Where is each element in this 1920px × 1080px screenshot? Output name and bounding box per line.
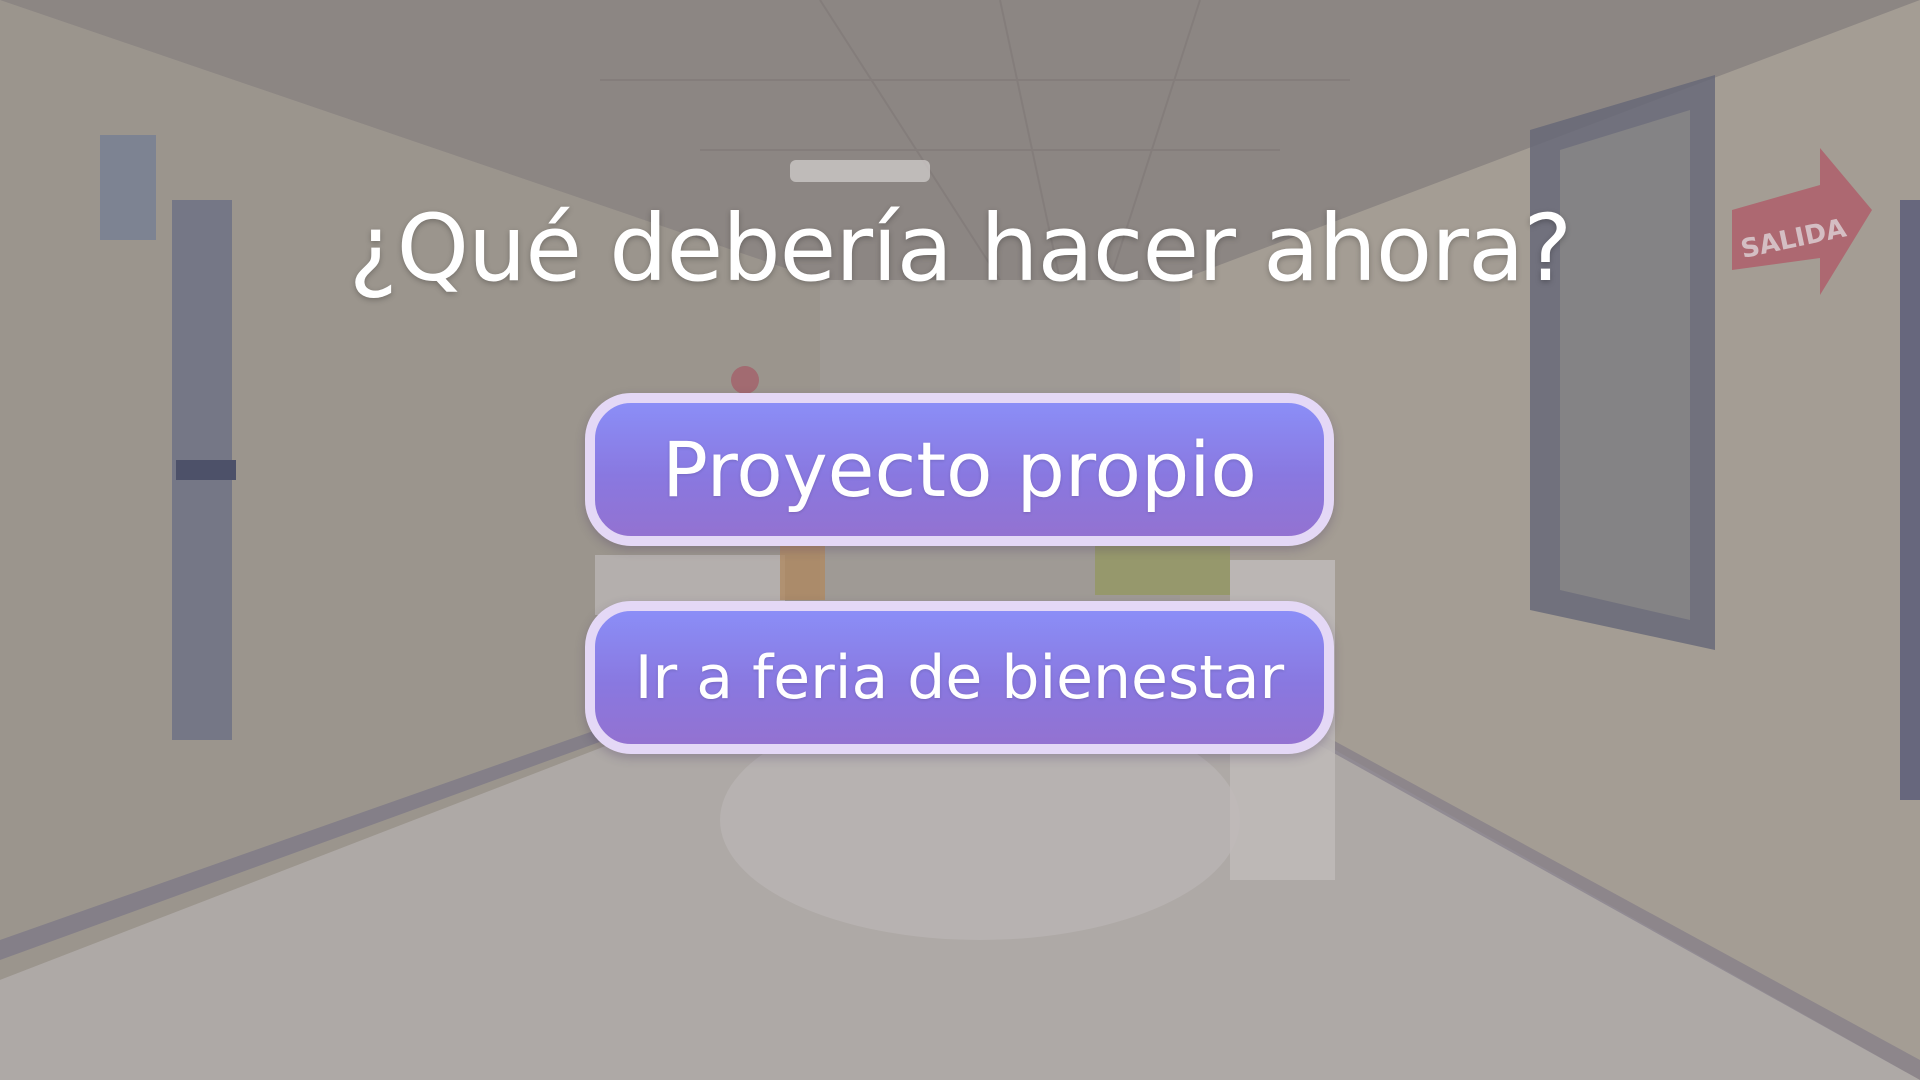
choice-label: Ir a feria de bienestar — [634, 642, 1285, 713]
question-text: ¿Qué debería hacer ahora? — [348, 195, 1572, 302]
game-scene: SALIDA ¿Qué debería hacer ahora? Proyect… — [0, 0, 1920, 1080]
choice-label: Proyecto propio — [662, 425, 1257, 514]
choice-button-wellness-fair[interactable]: Ir a feria de bienestar — [585, 601, 1334, 754]
choice-button-own-project[interactable]: Proyecto propio — [585, 393, 1334, 546]
